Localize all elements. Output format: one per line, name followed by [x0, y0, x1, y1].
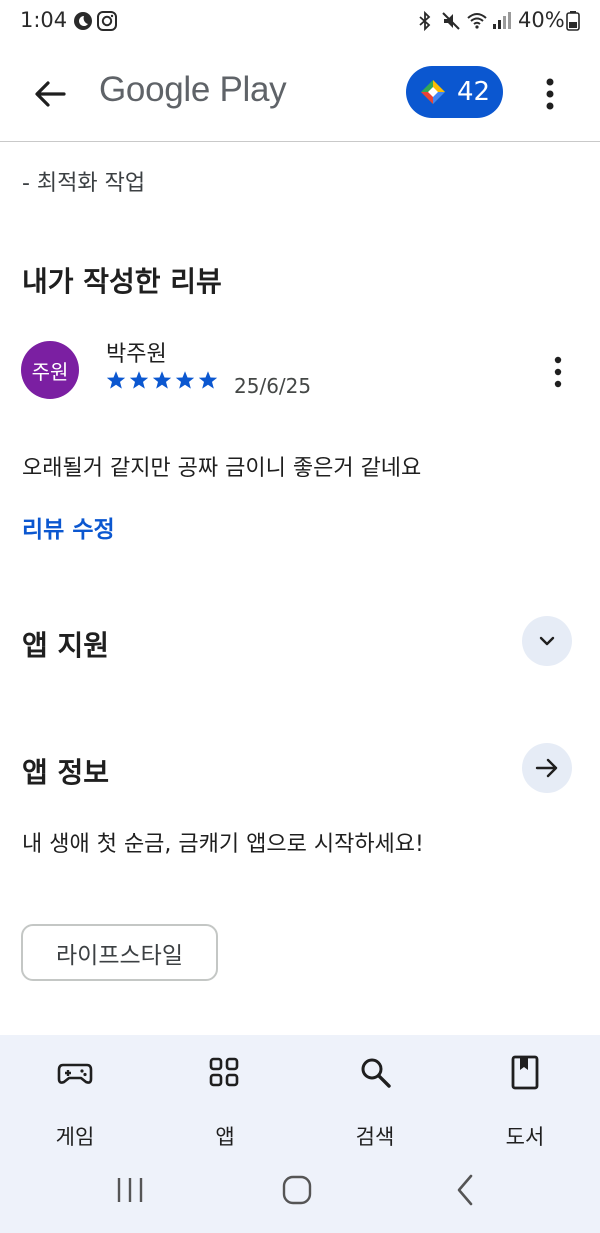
instagram-icon [97, 11, 117, 31]
home-icon[interactable] [277, 1170, 317, 1210]
whats-new-clipped-line [22, 130, 142, 144]
bluetooth-icon [419, 10, 431, 32]
moon-icon [74, 12, 92, 30]
star-icon [152, 371, 172, 389]
wifi-icon [467, 13, 487, 29]
arrow-right-icon [535, 758, 558, 778]
my-review-heading: 내가 작성한 리뷰 [22, 265, 222, 298]
app-support-heading[interactable]: 앱 지원 [22, 624, 109, 664]
back-arrow-icon[interactable] [28, 72, 72, 116]
app-info-open-button[interactable] [522, 743, 572, 793]
book-icon [511, 1055, 539, 1090]
star-icon [198, 371, 218, 389]
edit-review-link[interactable]: 리뷰 수정 [22, 510, 115, 544]
signal-icon [493, 12, 511, 29]
review-date: 25/6/25 [234, 374, 312, 398]
expand-support-button[interactable] [522, 616, 572, 666]
app-description: 내 생애 첫 순금, 금캐기 앱으로 시작하세요! [22, 832, 424, 857]
system-back-icon[interactable] [446, 1170, 486, 1210]
top-app-bar: Google Play 42 [0, 44, 600, 142]
avatar: 주원 [21, 341, 79, 399]
star-icon [175, 371, 195, 389]
whats-new-item: - 최적화 작업 [22, 171, 146, 196]
battery-icon [566, 11, 580, 31]
nav-label-games: 게임 [55, 1125, 95, 1149]
nav-label-books: 도서 [505, 1125, 545, 1149]
nav-item-games[interactable]: 게임 [20, 1049, 130, 1149]
nav-item-books[interactable]: 도서 [470, 1049, 580, 1149]
search-icon [361, 1058, 391, 1088]
play-points-gem-icon [421, 80, 445, 104]
chevron-down-icon [539, 636, 555, 646]
more-options-icon[interactable] [534, 72, 566, 116]
status-time: 1:04 [20, 8, 68, 32]
nav-label-apps: 앱 [215, 1125, 235, 1149]
nav-item-search[interactable]: 검색 [320, 1049, 430, 1149]
star-icon [129, 371, 149, 389]
nav-label-search: 검색 [355, 1125, 395, 1149]
google-play-logo: Google Play [99, 70, 287, 109]
apps-grid-icon [209, 1057, 239, 1087]
star-icon [106, 371, 126, 389]
category-chip[interactable]: 라이프스타일 [21, 924, 218, 981]
star-rating [106, 370, 218, 390]
play-points-button[interactable]: 42 [406, 66, 503, 118]
reviewer-name: 박주원 [106, 342, 167, 367]
review-more-options-icon[interactable] [546, 352, 570, 392]
recent-apps-icon[interactable] [110, 1170, 150, 1210]
play-points-count: 42 [457, 77, 491, 107]
nav-item-apps[interactable]: 앱 [170, 1049, 280, 1149]
review-text: 오래될거 같지만 공짜 금이니 좋은거 같네요 [22, 456, 422, 481]
mute-icon [442, 12, 460, 30]
gamepad-icon [57, 1063, 93, 1084]
battery-percent: 40% [518, 8, 565, 32]
status-bar: 1:04 40% [0, 0, 600, 44]
app-info-heading[interactable]: 앱 정보 [22, 751, 109, 791]
